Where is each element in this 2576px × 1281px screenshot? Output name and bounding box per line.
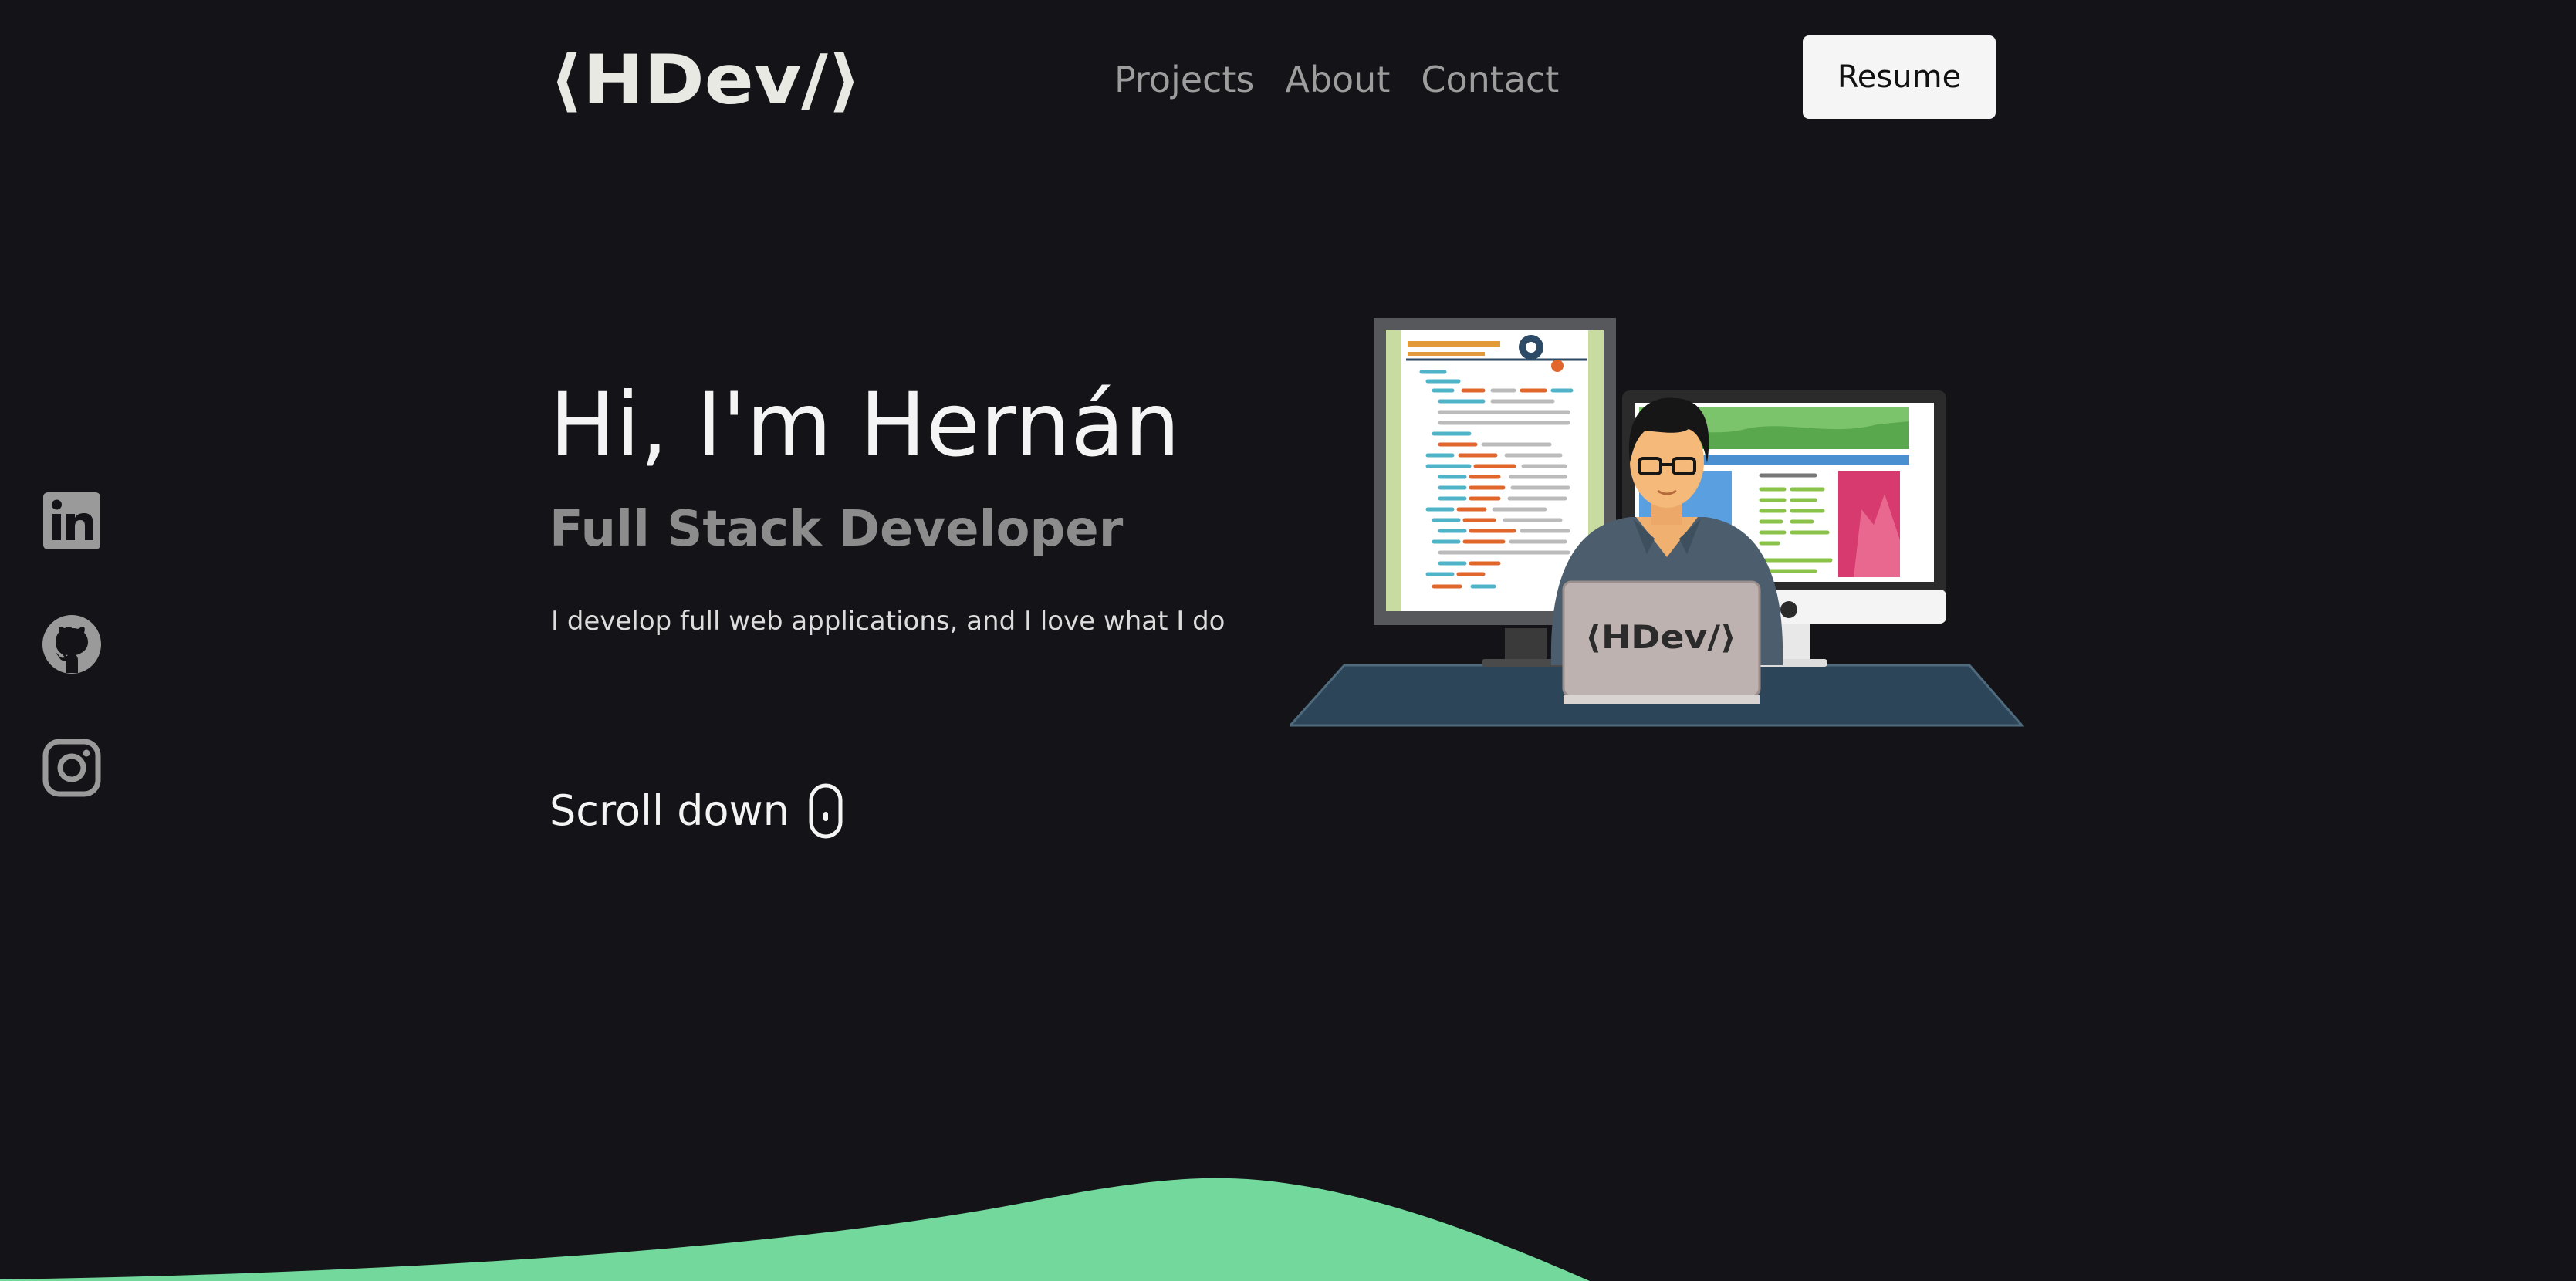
github-icon	[42, 615, 101, 674]
bottom-wave-decoration	[0, 1158, 2576, 1281]
nav-link-projects[interactable]: Projects	[1114, 62, 1254, 97]
nav-link-contact[interactable]: Contact	[1421, 62, 1559, 97]
main-nav: Projects About Contact	[1114, 51, 1559, 108]
instagram-icon	[42, 739, 101, 797]
linkedin-link[interactable]	[40, 489, 103, 553]
scroll-down-label: Scroll down	[549, 786, 789, 835]
mouse-icon	[809, 783, 843, 839]
resume-button[interactable]: Resume	[1803, 35, 1996, 119]
nav-link-about[interactable]: About	[1285, 62, 1390, 97]
hero-description: I develop full web applications, and I l…	[551, 606, 1225, 637]
logo-text: ⟨HDev/⟩	[549, 43, 861, 114]
site-logo[interactable]: ⟨HDev/⟩	[549, 43, 864, 114]
linkedin-icon	[43, 492, 100, 549]
hero-title: Hi, I'm Hernán	[549, 373, 1181, 476]
instagram-link[interactable]	[40, 736, 103, 799]
hero-subtitle: Full Stack Developer	[549, 501, 1124, 558]
scroll-down-link[interactable]: Scroll down	[549, 782, 843, 840]
github-link[interactable]	[40, 613, 103, 676]
developer-illustration: ⟨HDev/⟩	[1290, 309, 2031, 741]
laptop-logo-text: ⟨HDev/⟩	[1585, 618, 1736, 656]
